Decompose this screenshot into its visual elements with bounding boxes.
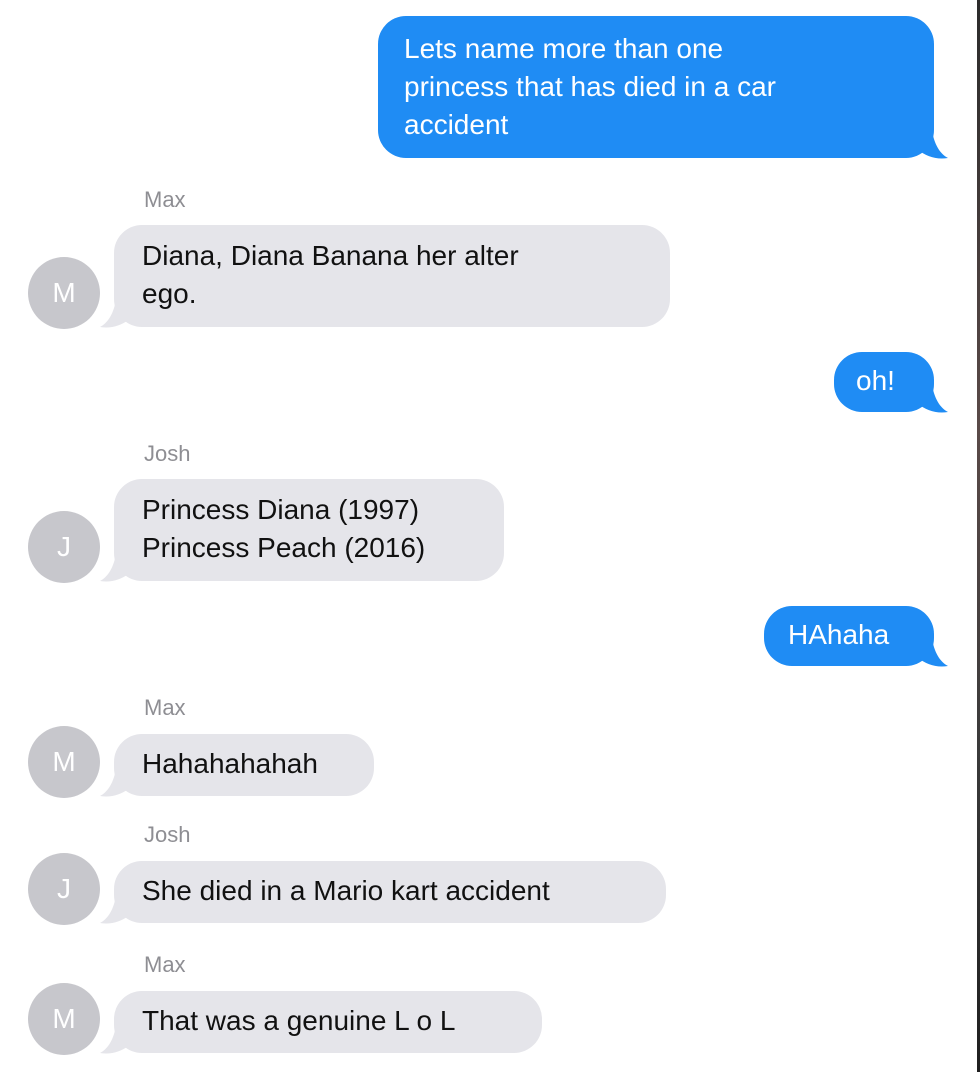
message-transcript: Lets name more than one princess that ha… xyxy=(0,0,980,1072)
sender-name: Josh xyxy=(144,441,191,466)
bubble-tail-incoming xyxy=(100,895,130,924)
bubble-tail-outgoing xyxy=(918,384,948,413)
incoming-message-bubble[interactable]: Hahahahahah xyxy=(114,734,374,796)
bubble-tail-incoming xyxy=(100,1025,130,1054)
bubble-tail-outgoing xyxy=(918,638,948,667)
incoming-message-bubble[interactable]: Diana, Diana Banana her alter ego. xyxy=(114,225,670,327)
sender-name: Max xyxy=(144,187,186,212)
avatar[interactable]: J xyxy=(28,853,100,925)
avatar[interactable]: M xyxy=(28,983,100,1055)
avatar[interactable]: J xyxy=(28,511,100,583)
bubble-tail-incoming xyxy=(100,768,130,797)
avatar[interactable]: M xyxy=(28,257,100,329)
outgoing-message-bubble[interactable]: HAhaha xyxy=(764,606,934,666)
bubble-tail-outgoing xyxy=(918,130,948,159)
sender-name: Max xyxy=(144,695,186,720)
incoming-message-bubble[interactable]: She died in a Mario kart accident xyxy=(114,861,666,923)
outgoing-message-bubble[interactable]: Lets name more than one princess that ha… xyxy=(378,16,934,158)
incoming-message-bubble[interactable]: Princess Diana (1997) Princess Peach (20… xyxy=(114,479,504,581)
incoming-message-bubble[interactable]: That was a genuine L o L xyxy=(114,991,542,1053)
sender-name: Max xyxy=(144,952,186,977)
bubble-tail-incoming xyxy=(100,299,130,328)
bubble-tail-incoming xyxy=(100,553,130,582)
sender-name: Josh xyxy=(144,822,191,847)
avatar[interactable]: M xyxy=(28,726,100,798)
